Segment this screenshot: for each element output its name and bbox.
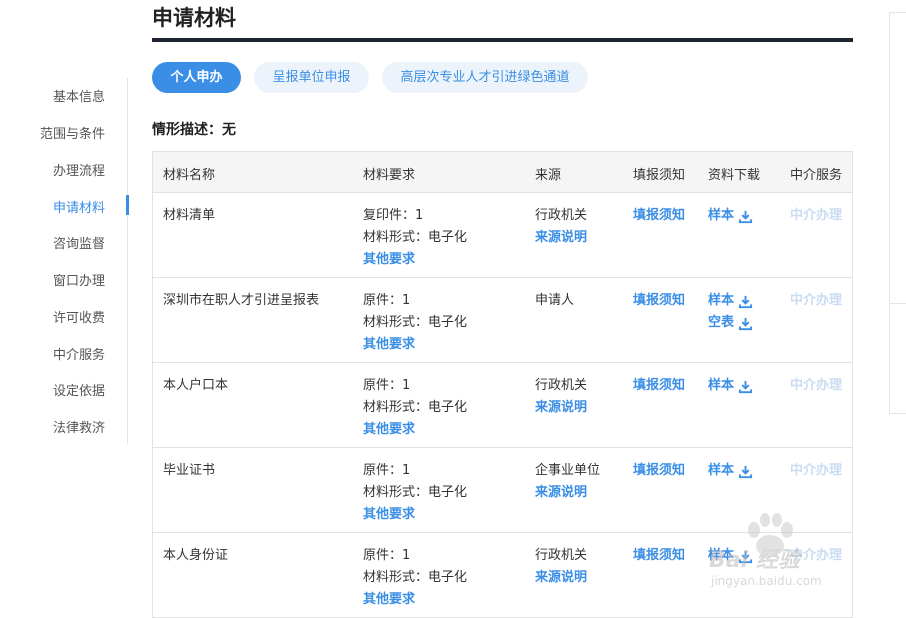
situation-description: 情形描述：无: [152, 122, 236, 138]
download-label: 空表: [708, 315, 735, 330]
fill-notice-link[interactable]: 填报须知: [633, 375, 685, 397]
material-form: 材料形式：电子化: [363, 230, 468, 245]
nav-item-materials[interactable]: 申请材料: [53, 197, 105, 216]
nav-active-indicator: [126, 195, 129, 215]
download-icon: [738, 210, 753, 223]
nav-item-window[interactable]: 窗口办理: [53, 270, 105, 289]
copy-count: 原件：1: [363, 293, 411, 308]
agency-handle-button[interactable]: 中介办理: [790, 378, 842, 393]
nav-item-legal-relief[interactable]: 法律救济: [53, 417, 105, 436]
material-form: 材料形式：电子化: [363, 315, 468, 330]
table-header: 材料名称 材料要求 来源 填报须知 资料下载 中介服务: [153, 152, 852, 193]
material-name: 毕业证书: [163, 463, 216, 478]
watermark-text: Bai 经验: [709, 548, 800, 573]
tab-high-level-talent[interactable]: 高层次专业人才引进绿色通道: [382, 62, 588, 93]
material-name: 本人户口本: [163, 378, 229, 393]
source-text: 申请人: [535, 293, 575, 308]
fill-notice-link[interactable]: 填报须知: [633, 460, 685, 482]
agency-handle-button[interactable]: 中介办理: [790, 463, 842, 478]
download-icon: [738, 380, 753, 393]
source-explanation-link[interactable]: 来源说明: [535, 482, 600, 504]
fill-notice-link[interactable]: 填报须知: [633, 290, 685, 312]
header-source: 来源: [535, 168, 562, 183]
download-icon: [738, 295, 753, 308]
table-row: 深圳市在职人才引进呈报表 原件：1 材料形式：电子化 其他要求 申请人 填报须知…: [153, 278, 852, 363]
material-name: 深圳市在职人才引进呈报表: [163, 293, 320, 308]
material-form: 材料形式：电子化: [363, 485, 468, 500]
nav-item-agency[interactable]: 中介服务: [53, 344, 105, 363]
copy-count: 原件：1: [363, 548, 411, 563]
download-icon: [738, 317, 753, 330]
header-agency: 中介服务: [790, 168, 843, 183]
other-requirements-link[interactable]: 其他要求: [363, 334, 467, 356]
copy-count: 原件：1: [363, 463, 411, 478]
nav-item-scope-conditions[interactable]: 范围与条件: [40, 123, 105, 142]
other-requirements-link[interactable]: 其他要求: [363, 504, 467, 526]
agency-handle-button[interactable]: 中介办理: [790, 208, 842, 223]
other-requirements-link[interactable]: 其他要求: [363, 589, 467, 611]
nav-item-process[interactable]: 办理流程: [53, 160, 105, 179]
header-download: 资料下载: [708, 168, 761, 183]
tab-personal[interactable]: 个人申办: [152, 62, 241, 93]
right-side-panel: [889, 12, 906, 414]
material-form: 材料形式：电子化: [363, 400, 468, 415]
download-label: 样本: [708, 378, 735, 393]
source-text: 行政机关: [535, 378, 588, 393]
agency-handle-button[interactable]: 中介办理: [790, 293, 842, 308]
material-form: 材料形式：电子化: [363, 570, 468, 585]
source-explanation-link[interactable]: 来源说明: [535, 227, 587, 249]
baidu-watermark: Bai 经验 jingyan.baidu.com: [695, 512, 865, 602]
sample-download-link[interactable]: 样本: [708, 290, 753, 312]
copy-count: 复印件：1: [363, 208, 424, 223]
nav-item-basis[interactable]: 设定依据: [53, 380, 105, 399]
download-label: 样本: [708, 293, 735, 308]
header-requirements: 材料要求: [363, 168, 416, 183]
table-row: 本人户口本 原件：1 材料形式：电子化 其他要求 行政机关 来源说明 填报须知 …: [153, 363, 852, 448]
watermark-url: jingyan.baidu.com: [711, 574, 822, 588]
download-label: 样本: [708, 463, 735, 478]
table-row: 材料清单 复印件：1 材料形式：电子化 其他要求 行政机关 来源说明 填报须知 …: [153, 193, 852, 278]
other-requirements-link[interactable]: 其他要求: [363, 419, 467, 441]
download-label: 样本: [708, 208, 735, 223]
fill-notice-link[interactable]: 填报须知: [633, 545, 685, 567]
tab-unit-report[interactable]: 呈报单位申报: [254, 62, 369, 93]
source-explanation-link[interactable]: 来源说明: [535, 567, 587, 589]
side-nav: 基本信息 范围与条件 办理流程 申请材料 咨询监督 窗口办理 许可收费 中介服务…: [0, 78, 129, 444]
page-title: 申请材料: [152, 6, 236, 30]
fill-notice-link[interactable]: 填报须知: [633, 205, 685, 227]
source-text: 行政机关: [535, 208, 588, 223]
nav-item-consult[interactable]: 咨询监督: [53, 233, 105, 252]
material-name: 本人身份证: [163, 548, 229, 563]
material-name: 材料清单: [163, 208, 216, 223]
header-material-name: 材料名称: [163, 168, 216, 183]
source-text: 企事业单位: [535, 463, 601, 478]
nav-item-basic-info[interactable]: 基本信息: [53, 86, 105, 105]
source-text: 行政机关: [535, 548, 588, 563]
sample-download-link[interactable]: 样本: [708, 205, 753, 227]
title-underline: [152, 38, 853, 42]
other-requirements-link[interactable]: 其他要求: [363, 249, 467, 271]
copy-count: 原件：1: [363, 378, 411, 393]
sample-download-link[interactable]: 样本: [708, 460, 753, 482]
blank-form-download-link[interactable]: 空表: [708, 312, 753, 334]
nav-item-fees[interactable]: 许可收费: [53, 307, 105, 326]
sample-download-link[interactable]: 样本: [708, 375, 753, 397]
source-explanation-link[interactable]: 来源说明: [535, 397, 587, 419]
download-icon: [738, 465, 753, 478]
header-notice: 填报须知: [633, 168, 686, 183]
